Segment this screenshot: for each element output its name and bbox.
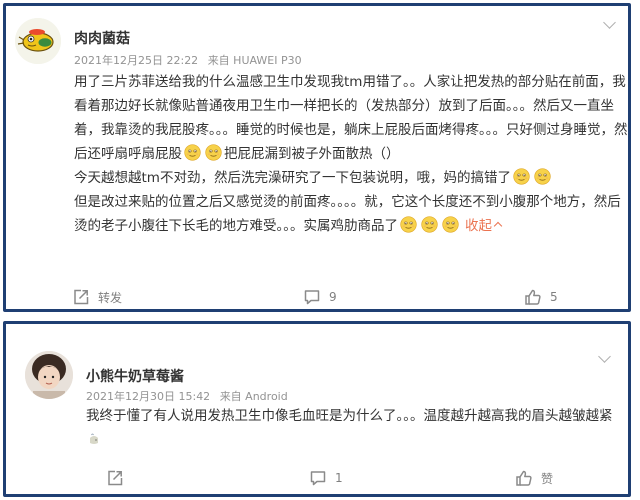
post-source: 来自 Android bbox=[219, 390, 288, 403]
post-paragraph: 我终于懂了有人说用发热卫生巾像毛血旺是为什么了。。。温度越升越高我的眉头越皱越紧 bbox=[86, 404, 626, 452]
comment-icon bbox=[310, 471, 326, 486]
post-paragraph: 今天越想越tm不对劲，然后洗完澡研究了一下包装说明，哦，妈的搞错了 bbox=[74, 166, 629, 190]
post-meta: 2021年12月25日 22:22 来自 HUAWEI P30 bbox=[74, 52, 308, 68]
repost-icon bbox=[108, 470, 123, 486]
post-text: 但是改过来贴的位置之后又感觉烫的前面疼。。。。就，它这个长度还不到小腹那个地方，… bbox=[74, 194, 621, 234]
comment-count: 1 bbox=[335, 471, 343, 485]
chevron-down-icon[interactable] bbox=[598, 350, 611, 363]
action-bar: 转发 9 5 bbox=[6, 288, 628, 312]
repost-label: 转发 bbox=[98, 290, 123, 305]
action-bar: 1 赞 bbox=[6, 469, 628, 493]
sweat-smile-emoji-icon bbox=[534, 168, 551, 185]
username[interactable]: 肉肉菌菇 bbox=[74, 28, 130, 48]
weibo-post-card: 小熊牛奶草莓酱 2021年12月30日 15:42 来自 Android 我终于… bbox=[3, 321, 631, 497]
sweat-smile-emoji-icon bbox=[421, 216, 438, 233]
weibo-post-card: 肉肉菌菇 2021年12月25日 22:22 来自 HUAWEI P30 用了三… bbox=[3, 3, 631, 312]
sweat-smile-emoji-icon bbox=[442, 216, 459, 233]
post-meta: 2021年12月30日 15:42 来自 Android bbox=[86, 388, 294, 404]
post-content: 我终于懂了有人说用发热卫生巾像毛血旺是为什么了。。。温度越升越高我的眉头越皱越紧 bbox=[86, 404, 626, 452]
comment-button[interactable]: 1 bbox=[309, 469, 343, 487]
repost-icon bbox=[74, 289, 89, 305]
like-button[interactable]: 5 bbox=[524, 288, 558, 306]
like-button[interactable]: 赞 bbox=[515, 469, 553, 487]
post-paragraph: 用了三片苏菲送给我的什么温感卫生巾发现我tm用错了。。人家让把发热的部分贴在前面… bbox=[74, 70, 629, 166]
post-content: 用了三片苏菲送给我的什么温感卫生巾发现我tm用错了。。人家让把发热的部分贴在前面… bbox=[74, 70, 629, 238]
post-text: 今天越想越tm不对劲，然后洗完澡研究了一下包装说明，哦，妈的搞错了 bbox=[74, 170, 511, 186]
avatar[interactable] bbox=[15, 18, 61, 64]
avatar[interactable] bbox=[25, 351, 73, 399]
username[interactable]: 小熊牛奶草莓酱 bbox=[86, 366, 184, 386]
sweat-smile-emoji-icon bbox=[400, 216, 417, 233]
post-paragraph: 但是改过来贴的位置之后又感觉烫的前面疼。。。。就，它这个长度还不到小腹那个地方，… bbox=[74, 190, 629, 238]
sweat-smile-emoji-icon bbox=[513, 168, 530, 185]
sweat-smile-emoji-icon bbox=[184, 144, 201, 161]
post-text: 我终于懂了有人说用发热卫生巾像毛血旺是为什么了。。。温度越升越高我的眉头越皱越紧 bbox=[86, 408, 613, 424]
repost-button[interactable] bbox=[106, 469, 132, 487]
collapse-link[interactable]: 收起 bbox=[465, 218, 503, 234]
like-count: 5 bbox=[550, 290, 558, 304]
sweat-smile-emoji-icon bbox=[205, 144, 222, 161]
thumbs-up-icon bbox=[525, 289, 541, 305]
post-source: 来自 HUAWEI P30 bbox=[207, 54, 302, 67]
post-timestamp[interactable]: 2021年12月30日 15:42 bbox=[86, 390, 210, 403]
chevron-down-icon[interactable] bbox=[603, 16, 616, 29]
chevron-up-icon bbox=[493, 221, 503, 231]
thumbs-up-icon bbox=[516, 470, 532, 486]
comment-button[interactable]: 9 bbox=[303, 288, 337, 306]
comment-count: 9 bbox=[329, 290, 337, 304]
comment-icon bbox=[304, 290, 320, 305]
post-timestamp[interactable]: 2021年12月25日 22:22 bbox=[74, 54, 198, 67]
repost-button[interactable]: 转发 bbox=[72, 288, 122, 306]
collapse-label: 收起 bbox=[465, 218, 492, 234]
sweat-emoji-icon bbox=[90, 433, 98, 444]
like-label: 赞 bbox=[541, 471, 554, 486]
post-text: 把屁屁漏到被子外面散热（） bbox=[224, 146, 400, 162]
